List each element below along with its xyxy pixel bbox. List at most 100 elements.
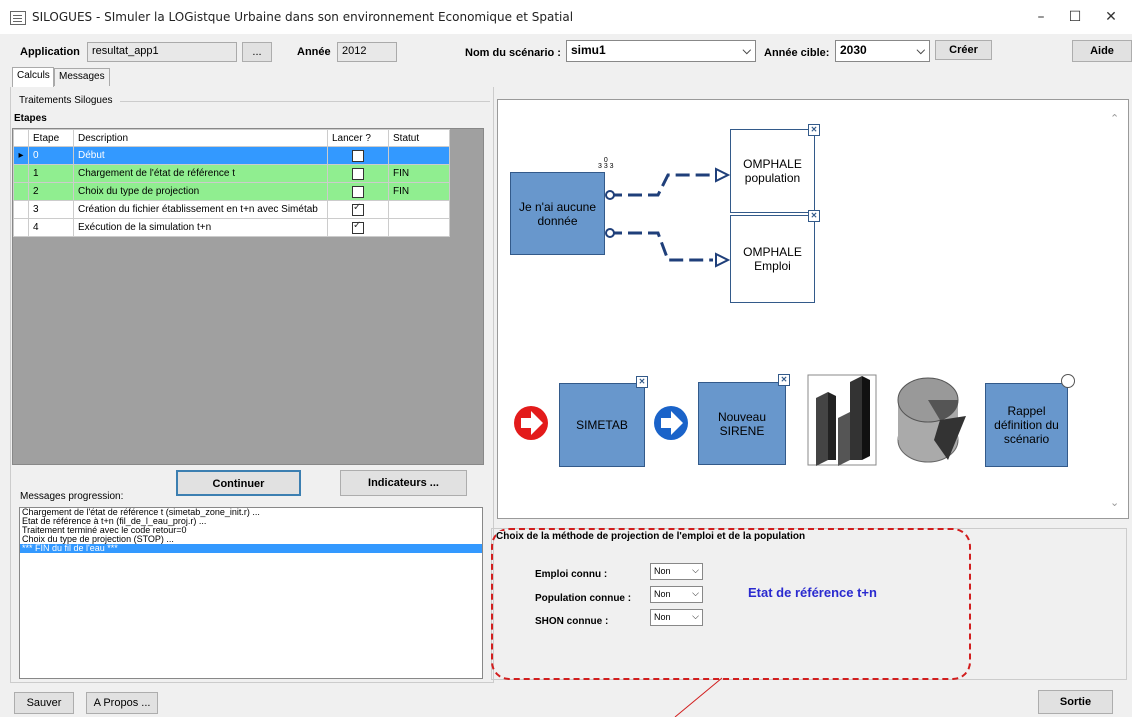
table-row[interactable]: 4 Exécution de la simulation t+n bbox=[13, 218, 450, 237]
connector-line bbox=[608, 173, 713, 197]
arrow-icon bbox=[715, 167, 731, 183]
chevron-down-icon: ⌵ bbox=[692, 588, 699, 598]
highlight-dashed-frame bbox=[491, 528, 971, 680]
close-icon[interactable]: ✕ bbox=[636, 376, 648, 388]
cell-description: Chargement de l'état de référence t bbox=[73, 164, 328, 183]
pie-chart-icon bbox=[897, 377, 966, 463]
lancer-checkbox[interactable] bbox=[352, 167, 364, 180]
nouveau-sirene-box[interactable]: Nouveau SIRENE bbox=[698, 382, 786, 465]
application-label: Application bbox=[20, 46, 80, 58]
source-box[interactable]: Je n'ai aucune donnée bbox=[510, 172, 605, 255]
chevron-down-icon: ⌵ bbox=[692, 565, 699, 575]
scroll-up-icon[interactable]: ⌃ bbox=[1110, 112, 1119, 125]
scenario-label: Nom du scénario : bbox=[465, 47, 561, 59]
cell-etape: 2 bbox=[28, 182, 74, 201]
shon-select[interactable]: Non ⌵ bbox=[650, 609, 703, 626]
continuer-button[interactable]: Continuer bbox=[176, 470, 301, 496]
lancer-checkbox[interactable] bbox=[352, 220, 364, 234]
close-icon[interactable]: ✕ bbox=[808, 124, 820, 136]
annee-cible-combo[interactable]: 2030 ⌵ bbox=[835, 40, 930, 62]
comment-icon[interactable] bbox=[1061, 374, 1075, 388]
grid-header-row: Etape Description Lancer ? Statut bbox=[13, 129, 450, 147]
col-lancer[interactable]: Lancer ? bbox=[327, 129, 389, 147]
cell-description: Exécution de la simulation t+n bbox=[73, 218, 328, 237]
col-description[interactable]: Description bbox=[73, 129, 328, 147]
omphale-emploi-box[interactable]: OMPHALE Emploi bbox=[730, 215, 815, 303]
col-etape[interactable]: Etape bbox=[28, 129, 74, 147]
cell-etape: 3 bbox=[28, 200, 74, 219]
chevron-down-icon: ⌵ bbox=[916, 44, 925, 57]
title-bar: SILOGUES - SImuler la LOGistque Urbaine … bbox=[0, 0, 1132, 34]
cell-lancer[interactable] bbox=[327, 164, 389, 183]
close-icon[interactable]: ✕ bbox=[1093, 6, 1129, 28]
arrow-icon bbox=[715, 252, 731, 268]
cell-lancer[interactable] bbox=[327, 182, 389, 201]
group-title: Traitements Silogues bbox=[19, 95, 113, 106]
connector-line bbox=[608, 231, 713, 262]
cell-etape: 0 bbox=[28, 146, 74, 165]
apropos-button[interactable]: A Propos ... bbox=[86, 692, 158, 714]
population-value: Non bbox=[654, 589, 671, 599]
cell-description: Création du fichier établissement en t+n… bbox=[73, 200, 328, 219]
cell-description: Choix du type de projection bbox=[73, 182, 328, 201]
sauver-button[interactable]: Sauver bbox=[14, 692, 74, 714]
cell-statut bbox=[388, 200, 450, 219]
list-item[interactable]: *** FIN du fil de l'eau *** bbox=[20, 544, 482, 553]
minimize-icon[interactable]: – bbox=[1023, 6, 1059, 28]
creer-button[interactable]: Créer bbox=[935, 40, 992, 60]
annee-field[interactable]: 2012 bbox=[337, 42, 397, 62]
row-header-cell bbox=[13, 182, 29, 201]
etat-reference-text: Etat de référence t+n bbox=[748, 585, 877, 600]
maximize-icon[interactable]: ☐ bbox=[1057, 6, 1093, 28]
indicateurs-button[interactable]: Indicateurs ... bbox=[340, 470, 467, 496]
cell-lancer[interactable] bbox=[327, 218, 389, 237]
shon-value: Non bbox=[654, 612, 671, 622]
lancer-checkbox[interactable] bbox=[352, 185, 364, 198]
emploi-label: Emploi connu : bbox=[535, 569, 608, 580]
browse-button[interactable]: ... bbox=[242, 42, 272, 62]
chevron-down-icon: ⌵ bbox=[692, 611, 699, 621]
messages-label: Messages progression: bbox=[20, 491, 124, 502]
close-icon[interactable]: ✕ bbox=[808, 210, 820, 222]
chevron-down-icon: ⌵ bbox=[742, 44, 751, 57]
scenario-combo[interactable]: simu1 ⌵ bbox=[566, 40, 756, 62]
application-field[interactable]: resultat_app1 bbox=[87, 42, 237, 62]
table-row[interactable]: ▸ 0 Début bbox=[13, 146, 450, 165]
tab-calculs[interactable]: Calculs bbox=[12, 67, 54, 87]
sortie-button[interactable]: Sortie bbox=[1038, 690, 1113, 714]
etapes-label: Etapes bbox=[14, 113, 47, 124]
group-divider bbox=[120, 101, 490, 102]
messages-list[interactable]: Chargement de l'état de référence t (sim… bbox=[19, 507, 483, 679]
close-icon[interactable]: ✕ bbox=[778, 374, 790, 386]
table-row[interactable]: 2 Choix du type de projection FIN bbox=[13, 182, 450, 201]
row-header-cell bbox=[13, 164, 29, 183]
row-header-cell bbox=[13, 218, 29, 237]
annee-cible-value: 2030 bbox=[840, 43, 867, 57]
lancer-checkbox[interactable] bbox=[352, 149, 364, 162]
tab-messages[interactable]: Messages bbox=[54, 68, 110, 86]
lancer-checkbox[interactable] bbox=[352, 202, 364, 216]
simetab-box[interactable]: SIMETAB bbox=[559, 383, 645, 467]
rappel-box[interactable]: Rappel définition du scénario bbox=[985, 383, 1068, 467]
annee-label: Année bbox=[297, 46, 331, 58]
cell-statut: FIN bbox=[388, 182, 450, 201]
emploi-select[interactable]: Non ⌵ bbox=[650, 563, 703, 580]
population-select[interactable]: Non ⌵ bbox=[650, 586, 703, 603]
row-pointer-icon: ▸ bbox=[13, 146, 29, 165]
tiny-label: 0 3 3 3 bbox=[598, 157, 614, 170]
etapes-grid[interactable]: Etape Description Lancer ? Statut ▸ 0 Dé… bbox=[12, 128, 484, 465]
diagram-panel[interactable]: Je n'ai aucune donnée 0 3 3 3 OMPHALE po… bbox=[497, 99, 1129, 519]
omphale-population-box[interactable]: OMPHALE population bbox=[730, 129, 815, 213]
table-row[interactable]: 1 Chargement de l'état de référence t FI… bbox=[13, 164, 450, 183]
cell-statut: FIN bbox=[388, 164, 450, 183]
col-statut[interactable]: Statut bbox=[388, 129, 450, 147]
pointer-line bbox=[674, 677, 723, 717]
cell-lancer[interactable] bbox=[327, 200, 389, 219]
cell-lancer[interactable] bbox=[327, 146, 389, 165]
scenario-value: simu1 bbox=[571, 43, 606, 57]
table-row[interactable]: 3 Création du fichier établissement en t… bbox=[13, 200, 450, 219]
app-icon bbox=[10, 11, 26, 25]
cell-statut bbox=[388, 218, 450, 237]
scroll-down-icon[interactable]: ⌄ bbox=[1110, 496, 1119, 509]
aide-button[interactable]: Aide bbox=[1072, 40, 1132, 62]
